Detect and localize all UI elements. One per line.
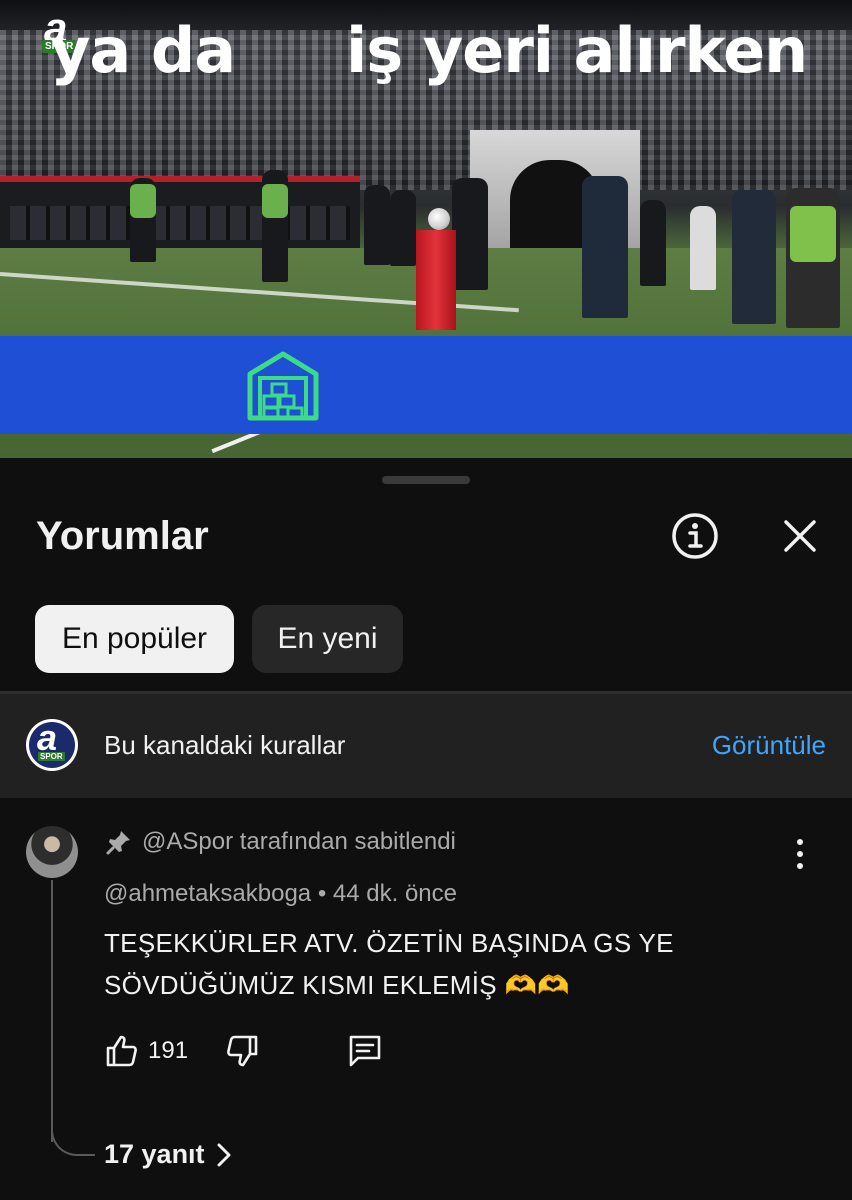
sort-chip-newest[interactable]: En yeni (252, 605, 403, 673)
person-figure (390, 190, 416, 266)
comment-actions: 191 (104, 1032, 384, 1070)
banner-text-part2: iş yeri alırken (346, 14, 808, 87)
like-count: 191 (148, 1037, 189, 1064)
person-figure (582, 176, 628, 318)
more-dot (797, 863, 803, 869)
comment-body-line: TEŞEKKÜRLER ATV. ÖZETİN BAŞINDA GS YE (104, 928, 674, 958)
comment-more-button[interactable] (786, 834, 814, 874)
channel-rules-text: Bu kanaldaki kurallar (104, 730, 346, 760)
close-button[interactable] (772, 508, 828, 564)
warehouse-icon (247, 351, 319, 421)
channel-avatar: a SPOR (26, 719, 78, 771)
ball-pedestal (416, 230, 456, 330)
pinned-label: @ASpor tarafından sabitlendi (106, 828, 456, 856)
pinned-text: @ASpor tarafından sabitlendi (142, 828, 456, 855)
more-dot (797, 839, 803, 845)
like-button[interactable]: 191 (104, 1033, 188, 1069)
person-vest (262, 184, 288, 218)
pin-icon (106, 831, 130, 855)
avatar-sub: SPOR (38, 752, 65, 761)
reply-button[interactable] (346, 1032, 384, 1070)
banner-text-part1: ya da (50, 14, 236, 87)
person-figure (364, 185, 390, 265)
match-ball (428, 208, 450, 230)
thumbs-down-icon (227, 1035, 258, 1067)
comment-body: TEŞEKKÜRLER ATV. ÖZETİN BAŞINDA GS YE SÖ… (104, 922, 784, 1006)
person-figure (640, 200, 666, 286)
team-bench (0, 176, 360, 256)
channel-rules-row[interactable]: a SPOR Bu kanaldaki kurallar Görüntüle (0, 694, 852, 798)
sheet-title: Yorumlar (36, 514, 209, 558)
dislike-button[interactable] (224, 1033, 260, 1069)
commenter-avatar[interactable] (26, 826, 78, 878)
comments-sheet: Yorumlar En popüler En yeni a SPOR Bu ka… (0, 458, 852, 1200)
person-vest (790, 206, 836, 262)
replies-count: 17 yanıt (104, 1139, 205, 1169)
info-button[interactable] (667, 508, 723, 564)
comment-meta[interactable]: @ahmetaksakboga • 44 dk. önce (104, 880, 457, 908)
chevron-right-icon (217, 1143, 231, 1166)
drag-handle[interactable] (382, 476, 470, 484)
reply-icon (349, 1035, 381, 1067)
comment-thread: @ASpor tarafından sabitlendi @ahmetaksak… (0, 798, 852, 1200)
more-dot (797, 851, 803, 857)
view-replies-button[interactable]: 17 yanıt (104, 1139, 233, 1170)
thumbs-up-icon (106, 1035, 137, 1067)
person-vest (130, 184, 156, 218)
close-icon (784, 520, 816, 552)
person-figure (690, 206, 716, 290)
person-figure (452, 178, 488, 290)
view-rules-link[interactable]: Görüntüle (712, 730, 826, 761)
comment-body-line: SÖVDÜĞÜMÜZ KISMI EKLEMİŞ 🫶🫶 (104, 970, 570, 1000)
info-icon (672, 513, 718, 559)
promo-banner (0, 336, 852, 434)
sort-chip-top[interactable]: En popüler (35, 605, 234, 673)
person-figure (732, 190, 776, 324)
video-player[interactable]: a SPOR ya da iş yeri alırken (0, 0, 852, 458)
thread-line (51, 880, 53, 1142)
thread-curve (51, 1128, 95, 1156)
